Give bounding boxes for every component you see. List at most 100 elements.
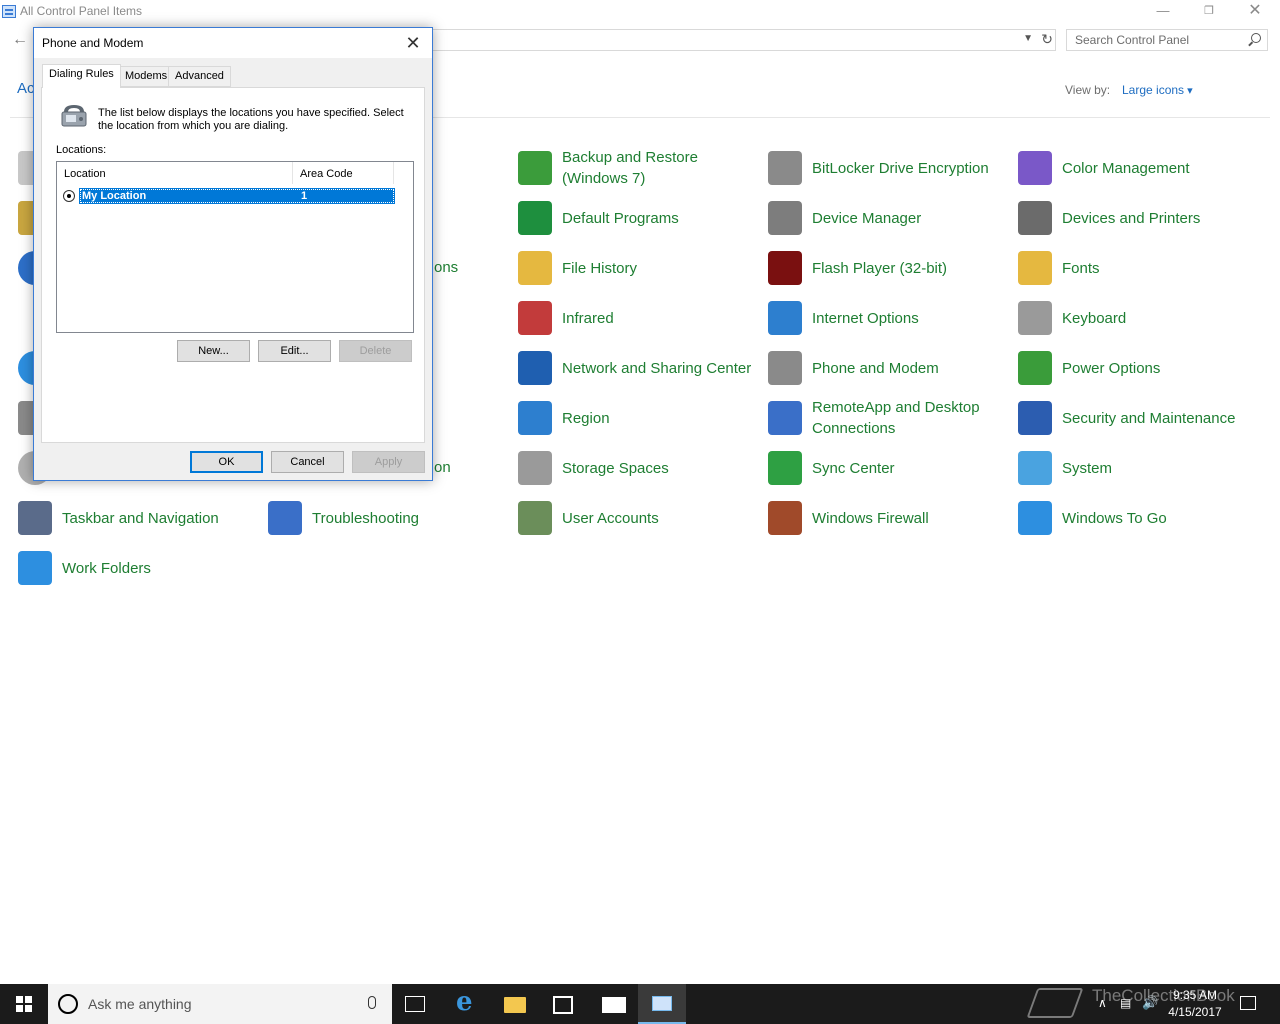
- new-button[interactable]: New...: [177, 340, 250, 362]
- volume-icon[interactable]: 🔊: [1142, 995, 1158, 1011]
- control-panel-item-label: Device Manager: [812, 209, 922, 227]
- mail-icon[interactable]: [602, 997, 626, 1013]
- dialog-close-button[interactable]: ✕: [398, 30, 428, 56]
- control-panel-item[interactable]: Default Programs: [518, 195, 758, 241]
- address-bar[interactable]: ▼ ↻: [430, 29, 1056, 51]
- control-panel-item[interactable]: File History: [518, 245, 758, 291]
- location-area-code: 1: [301, 190, 308, 202]
- control-panel-item-label: Taskbar and Navigation: [62, 509, 219, 527]
- back-arrow-icon[interactable]: ←: [10, 30, 30, 50]
- control-panel-item[interactable]: Windows Firewall: [768, 495, 1008, 541]
- page-title-partial: Ac: [17, 80, 35, 97]
- power-options-icon: [1018, 351, 1052, 385]
- control-panel-item[interactable]: Infrared: [518, 295, 758, 341]
- default-programs-icon: [518, 201, 552, 235]
- control-panel-item[interactable]: Network and Sharing Center: [518, 345, 758, 391]
- delete-button[interactable]: Delete: [339, 340, 412, 362]
- ok-button[interactable]: OK: [190, 451, 263, 473]
- windows-to-go-icon: [1018, 501, 1052, 535]
- control-panel-titlebar: All Control Panel Items — ❐ ✕: [0, 0, 1280, 24]
- close-button[interactable]: ✕: [1232, 0, 1278, 24]
- control-panel-item[interactable]: Taskbar and Navigation: [18, 495, 258, 541]
- control-panel-item[interactable]: Power Options: [1018, 345, 1258, 391]
- control-panel-item[interactable]: Phone and Modem: [768, 345, 1008, 391]
- control-panel-item-label: Keyboard: [1062, 309, 1127, 327]
- internet-options-icon: [768, 301, 802, 335]
- cortana-placeholder: Ask me anything: [88, 996, 192, 1012]
- view-by-dropdown[interactable]: Large icons: [1122, 83, 1193, 97]
- control-panel-item[interactable]: Devices and Printers: [1018, 195, 1258, 241]
- start-button[interactable]: [0, 984, 48, 1024]
- refresh-icon[interactable]: ↻: [1041, 31, 1053, 48]
- chevron-up-icon[interactable]: ∧: [1098, 996, 1107, 1010]
- windows-logo-icon: [25, 996, 32, 1003]
- flag-icon: [1018, 401, 1052, 435]
- control-panel-item[interactable]: Fonts: [1018, 245, 1258, 291]
- control-panel-item-label: Storage Spaces: [562, 459, 669, 477]
- tab-advanced[interactable]: Advanced: [168, 66, 231, 87]
- fonts-icon: [1018, 251, 1052, 285]
- network-icon[interactable]: ▤: [1120, 996, 1131, 1010]
- control-panel-item-label: Security and Maintenance: [1062, 409, 1236, 427]
- control-panel-item[interactable]: Windows To Go: [1018, 495, 1258, 541]
- store-icon[interactable]: [553, 996, 573, 1014]
- microphone-icon[interactable]: [368, 996, 376, 1009]
- location-radio[interactable]: [63, 190, 75, 202]
- table-row[interactable]: My Location 1: [63, 188, 395, 204]
- partial-item-label[interactable]: ons: [434, 259, 458, 276]
- control-panel-item[interactable]: RemoteApp and Desktop Connections: [768, 395, 1008, 441]
- control-panel-item-label: Troubleshooting: [312, 509, 420, 527]
- control-panel-item[interactable]: Region: [518, 395, 758, 441]
- column-header-area-code[interactable]: Area Code: [294, 162, 394, 184]
- restore-button[interactable]: ❐: [1186, 0, 1232, 24]
- cortana-search-box[interactable]: Ask me anything: [48, 984, 392, 1024]
- keyboard-icon: [1018, 301, 1052, 335]
- apply-button[interactable]: Apply: [352, 451, 425, 473]
- control-panel-item-label: Windows To Go: [1062, 509, 1167, 527]
- edit-button[interactable]: Edit...: [258, 340, 331, 362]
- clock-date[interactable]: 4/15/2017: [1164, 1005, 1226, 1019]
- action-center-icon[interactable]: [1240, 996, 1256, 1010]
- control-panel-item-label: Flash Player (32-bit): [812, 259, 948, 277]
- phone-icon: [768, 351, 802, 385]
- task-view-icon[interactable]: [405, 996, 425, 1012]
- control-panel-item[interactable]: Device Manager: [768, 195, 1008, 241]
- file-explorer-icon[interactable]: [504, 997, 526, 1013]
- clock-time[interactable]: 9:35 AM: [1164, 988, 1226, 1002]
- control-panel-item[interactable]: Storage Spaces: [518, 445, 758, 491]
- search-input[interactable]: Search Control Panel: [1066, 29, 1268, 51]
- minimize-button[interactable]: —: [1140, 0, 1186, 24]
- tab-modems[interactable]: Modems: [118, 66, 175, 87]
- control-panel-item[interactable]: Backup and Restore (Windows 7): [518, 145, 758, 191]
- control-panel-item[interactable]: Sync Center: [768, 445, 1008, 491]
- selected-row-highlight[interactable]: My Location 1: [79, 188, 395, 204]
- chevron-down-icon[interactable]: ▼: [1023, 33, 1033, 44]
- control-panel-item[interactable]: System: [1018, 445, 1258, 491]
- control-panel-item[interactable]: Color Management: [1018, 145, 1258, 191]
- dialog-titlebar[interactable]: Phone and Modem ✕: [34, 28, 432, 58]
- locations-list[interactable]: Location Area Code My Location 1: [56, 161, 414, 333]
- bitlocker-icon: [768, 151, 802, 185]
- column-header-location[interactable]: Location: [57, 162, 293, 184]
- control-panel-item-label: Color Management: [1062, 159, 1190, 177]
- control-panel-item[interactable]: Internet Options: [768, 295, 1008, 341]
- windows-logo-icon: [16, 996, 23, 1003]
- control-panel-item[interactable]: Troubleshooting: [268, 495, 508, 541]
- partial-item-label[interactable]: on: [434, 459, 451, 476]
- control-panel-item[interactable]: Flash Player (32-bit): [768, 245, 1008, 291]
- system-icon: [1018, 451, 1052, 485]
- control-panel-item[interactable]: Security and Maintenance: [1018, 395, 1258, 441]
- control-panel-item-label: Phone and Modem: [812, 359, 939, 377]
- control-panel-item-label: Network and Sharing Center: [562, 359, 752, 377]
- control-panel-item[interactable]: User Accounts: [518, 495, 758, 541]
- edge-icon[interactable]: e: [456, 987, 480, 1017]
- taskbar-control-panel[interactable]: [638, 984, 686, 1024]
- control-panel-item-label: Work Folders: [62, 559, 151, 577]
- file-history-icon: [518, 251, 552, 285]
- search-icon[interactable]: [1251, 33, 1261, 43]
- control-panel-item[interactable]: Work Folders: [18, 545, 258, 591]
- control-panel-item[interactable]: BitLocker Drive Encryption: [768, 145, 1008, 191]
- cancel-button[interactable]: Cancel: [271, 451, 344, 473]
- control-panel-item[interactable]: Keyboard: [1018, 295, 1258, 341]
- tab-dialing-rules[interactable]: Dialing Rules: [42, 64, 121, 88]
